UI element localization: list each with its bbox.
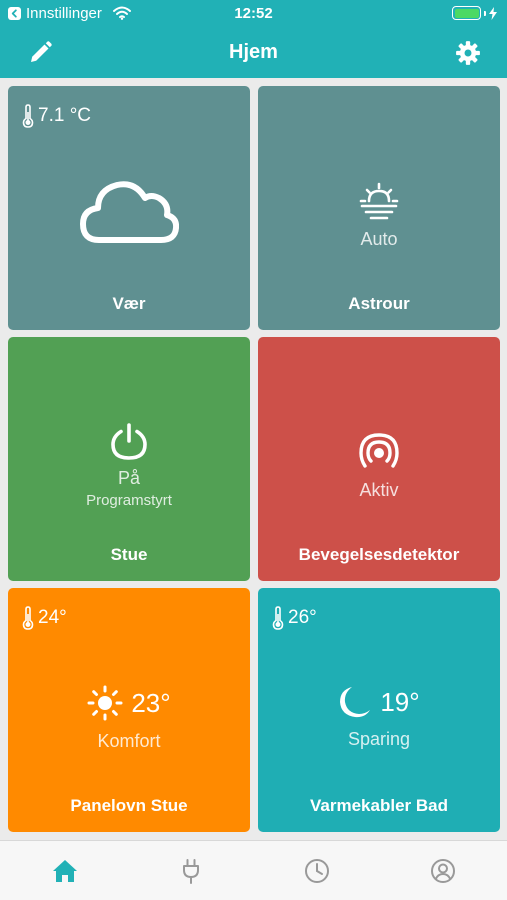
setpoint: 23° [8,685,250,721]
status-bar: Innstillinger 12:52 [0,0,507,28]
state-text: Aktiv [359,480,399,500]
setpoint-value: 19° [380,686,420,717]
setpoint-value: 23° [131,687,171,718]
tab-home[interactable] [52,858,78,884]
device-grid: 7.1 °C Vær Auto Astrour På Programstyrt … [8,86,500,832]
power-icon [8,423,250,466]
tab-bar [0,840,507,900]
plug-icon [183,859,199,884]
settings-button[interactable] [455,40,481,66]
tab-devices[interactable] [178,858,204,884]
temperature-value: 26° [288,607,317,628]
moon-icon [340,687,371,718]
thermometer-icon [22,606,34,630]
nav-bar: Hjem [0,28,507,78]
sun-icon [87,685,123,721]
temperature-value: 24° [38,607,67,628]
state-text: Auto [360,229,398,249]
tile-floor-heating-bad[interactable]: 26° 19° Sparing Varmekabler Bad [258,588,500,832]
sunrise-icon [258,182,500,225]
outdoor-temperature: 7.1 °C [22,104,91,128]
motion-sensor-icon [258,433,500,474]
room-temperature: 26° [272,606,317,630]
tile-motion-detector[interactable]: Aktiv Bevegelsesdetektor [258,337,500,581]
mode-text: Sparing [347,729,411,749]
user-icon [431,859,455,883]
tile-name: Astrour [348,294,410,313]
charging-icon [489,6,497,20]
mode-text: Komfort [97,731,161,751]
state-text: På [117,468,141,488]
setpoint: 19° [258,685,500,719]
page-title: Hjem [229,41,278,63]
tile-name: Vær [112,294,146,313]
room-temperature: 24° [22,606,67,630]
tile-weather[interactable]: 7.1 °C Vær [8,86,250,330]
tile-name: Bevegelsesdetektor [298,545,460,564]
gear-icon [456,41,480,65]
home-icon [53,860,77,882]
status-time: 12:52 [234,5,273,22]
cloud-icon [8,176,250,251]
thermometer-icon [272,606,284,630]
tile-astro-clock[interactable]: Auto Astrour [258,86,500,330]
tab-profile[interactable] [430,858,456,884]
tile-name: Panelovn Stue [70,796,188,815]
tile-name: Stue [110,545,148,564]
mode-text: Programstyrt [86,492,172,509]
tile-stue[interactable]: På Programstyrt Stue [8,337,250,581]
tile-name: Varmekabler Bad [310,796,448,815]
tab-schedule[interactable] [304,858,330,884]
tile-panel-heater-stue[interactable]: 24° 23° Komfort Panelovn Stue [8,588,250,832]
thermometer-icon [22,104,34,128]
clock-icon [305,859,329,883]
battery-icon [452,6,497,20]
temperature-value: 7.1 °C [38,105,92,126]
